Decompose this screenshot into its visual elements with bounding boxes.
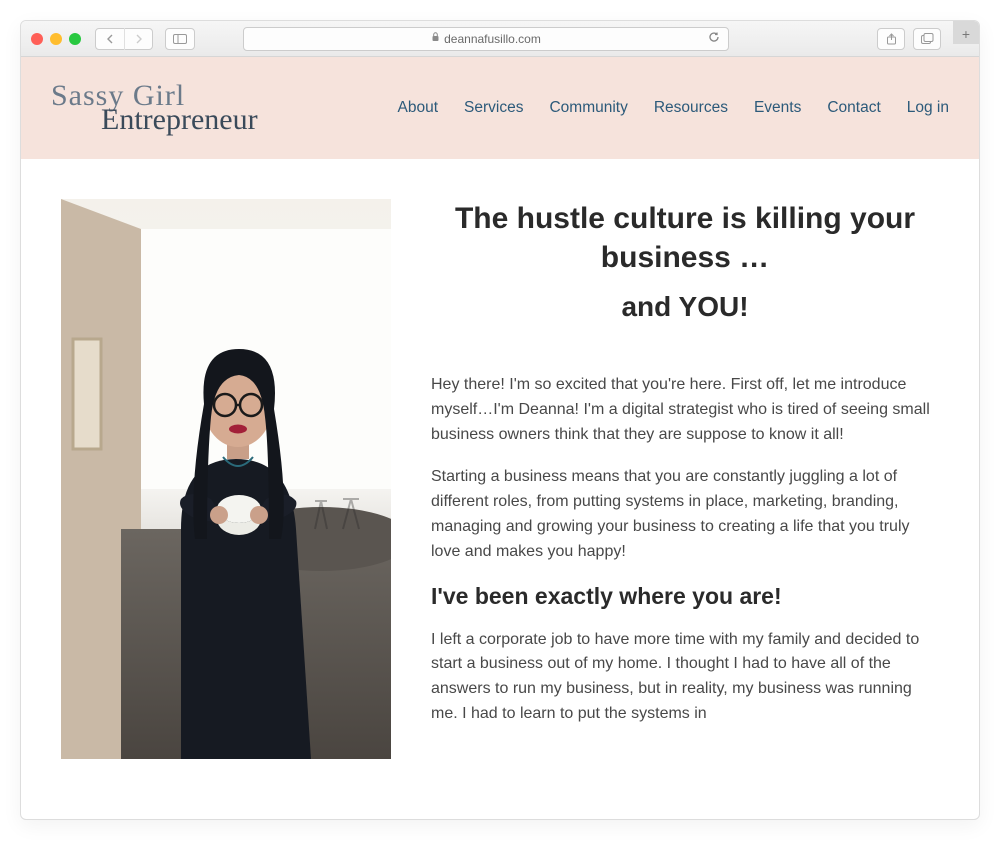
share-button[interactable] — [877, 28, 905, 50]
nav-contact[interactable]: Contact — [827, 99, 880, 117]
nav-resources[interactable]: Resources — [654, 99, 728, 117]
intro-paragraph-2: Starting a business means that you are c… — [431, 465, 939, 564]
intro-paragraph-1: Hey there! I'm so excited that you're he… — [431, 373, 939, 447]
zoom-window-button[interactable] — [69, 33, 81, 45]
sidebar-toggle-group — [165, 28, 195, 50]
sidebar-toggle-button[interactable] — [166, 28, 194, 50]
nav-back-forward — [95, 28, 153, 50]
browser-toolbar: deannafusillo.com + — [21, 21, 979, 57]
site-header: Sassy Girl Entrepreneur About Services C… — [21, 57, 979, 159]
logo-line2: Entrepreneur — [101, 103, 258, 137]
close-window-button[interactable] — [31, 33, 43, 45]
text-column: The hustle culture is killing your busin… — [431, 199, 939, 819]
browser-window: deannafusillo.com + Sassy Girl Entrepren… — [20, 20, 980, 820]
headline-2: and YOU! — [431, 291, 939, 323]
main-nav: About Services Community Resources Event… — [398, 99, 949, 117]
site-logo[interactable]: Sassy Girl Entrepreneur — [51, 79, 258, 137]
tabs-button[interactable] — [913, 28, 941, 50]
page-content: The hustle culture is killing your busin… — [21, 159, 979, 819]
nav-community[interactable]: Community — [549, 99, 627, 117]
back-button[interactable] — [96, 28, 124, 50]
window-controls — [31, 33, 81, 45]
headline-1: The hustle culture is killing your busin… — [431, 199, 939, 277]
nav-about[interactable]: About — [398, 99, 439, 117]
lock-icon — [431, 32, 440, 45]
url-text: deannafusillo.com — [444, 32, 541, 46]
minimize-window-button[interactable] — [50, 33, 62, 45]
reload-button[interactable] — [708, 31, 720, 46]
forward-button[interactable] — [124, 28, 152, 50]
nav-services[interactable]: Services — [464, 99, 523, 117]
nav-events[interactable]: Events — [754, 99, 801, 117]
right-toolbar: + — [877, 28, 969, 50]
hero-photo — [61, 199, 391, 759]
new-tab-button[interactable]: + — [953, 20, 979, 44]
address-bar[interactable]: deannafusillo.com — [243, 27, 729, 51]
nav-login[interactable]: Log in — [907, 99, 949, 117]
intro-paragraph-3: I left a corporate job to have more time… — [431, 628, 939, 727]
subheading: I've been exactly where you are! — [431, 583, 939, 610]
page: Sassy Girl Entrepreneur About Services C… — [21, 57, 979, 819]
